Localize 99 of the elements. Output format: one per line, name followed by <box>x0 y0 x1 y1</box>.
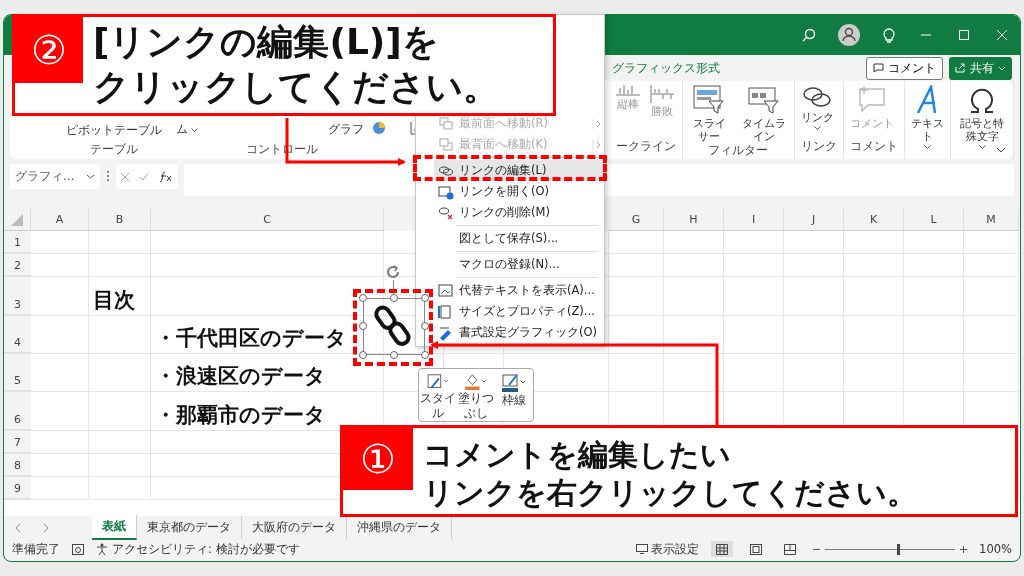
menu-item[interactable]: リンクの削除(M) <box>434 202 604 223</box>
paint-bucket-icon <box>463 373 489 391</box>
lightbulb-icon[interactable] <box>882 27 896 43</box>
row-header[interactable]: 7 <box>4 431 31 453</box>
pie-chart-icon[interactable] <box>372 121 386 135</box>
size-icon <box>438 303 454 320</box>
table-cell[interactable]: ・千代田区のデータ <box>151 316 384 353</box>
group-label: テーブル <box>90 142 138 157</box>
row-header[interactable]: 6 <box>4 392 31 430</box>
pen-icon <box>501 373 527 393</box>
comment-button[interactable]: コメント <box>866 56 943 80</box>
resize-handle[interactable] <box>390 351 398 359</box>
link-graphic[interactable] <box>359 294 429 359</box>
row-header[interactable]: 4 <box>4 316 31 353</box>
submenu-icon <box>592 118 602 129</box>
ribbon-button[interactable]: 記号と特殊文字 <box>957 85 1007 150</box>
resize-handle[interactable] <box>421 294 429 302</box>
check-icon[interactable] <box>139 171 149 182</box>
menu-item[interactable]: リンクを開く(O) <box>434 181 604 202</box>
menu-item[interactable]: サイズとプロパティ(Z)... <box>434 301 604 322</box>
menu-item[interactable]: マクロの登録(N)... <box>434 254 604 275</box>
group-label: リンク <box>800 139 837 154</box>
name-box[interactable]: グラフィ... <box>10 164 100 189</box>
ribbon-button[interactable]: テキスト <box>910 85 945 150</box>
view-button[interactable] <box>711 541 734 557</box>
group-label: フィルター <box>707 143 770 159</box>
close-icon[interactable] <box>994 29 1010 41</box>
accessibility-status[interactable]: アクセシビリティ: 検討が必要です <box>112 541 300 557</box>
resize-handle[interactable] <box>359 322 367 330</box>
ribbon-button[interactable]: タイムライン <box>739 85 788 144</box>
macro-record-icon[interactable] <box>72 543 84 555</box>
resize-handle[interactable] <box>421 351 429 359</box>
remove-link-icon <box>438 204 454 221</box>
submenu-icon <box>592 139 602 150</box>
caret-icon <box>924 145 932 150</box>
collapse-ribbon-icon[interactable] <box>996 147 1006 153</box>
ribbon-button[interactable]: グラフ <box>328 122 364 137</box>
step-number: ② <box>15 17 83 83</box>
ribbon-button[interactable]: ピボットテーブル <box>66 123 162 138</box>
row-header[interactable]: 9 <box>4 477 31 499</box>
caret-icon <box>978 145 986 150</box>
row-header[interactable]: 5 <box>4 354 31 391</box>
share-icon <box>955 63 966 73</box>
group-label: コメント <box>849 139 898 154</box>
resize-handle[interactable] <box>421 322 429 330</box>
alt-text-icon <box>438 282 454 299</box>
column-sparkline-icon <box>616 85 640 96</box>
caret-icon <box>998 65 1006 71</box>
instruction-text: [リンクの編集(L)]を クリックしてください。 <box>92 20 499 109</box>
table-cell[interactable]: ・浪速区のデータ <box>151 354 384 391</box>
ribbon-button[interactable]: リンク <box>800 85 834 131</box>
timeline-icon <box>747 85 780 115</box>
row-header[interactable]: 3 <box>4 277 31 315</box>
share-button[interactable]: 共有 <box>949 56 1012 80</box>
toolbar-button[interactable]: 枠線 <box>495 373 533 421</box>
display-settings-button[interactable]: 表示設定 <box>651 541 700 557</box>
ribbon-button[interactable]: ム <box>176 122 198 137</box>
comment-icon <box>873 63 884 73</box>
search-icon[interactable] <box>802 28 816 42</box>
ribbon-button[interactable]: スライサー <box>689 85 730 144</box>
group-label: ークライン <box>616 139 676 154</box>
menu-item[interactable]: 図として保存(S)... <box>434 228 604 249</box>
slider-thumb[interactable] <box>896 543 900 555</box>
row-header[interactable]: 2 <box>4 254 31 276</box>
brush-icon <box>425 373 451 391</box>
toolbar-button[interactable]: スタイル <box>419 373 457 421</box>
resize-handle[interactable] <box>359 351 367 359</box>
rotate-handle-icon[interactable] <box>385 264 401 280</box>
link-icon <box>373 305 413 347</box>
maximize-icon[interactable] <box>956 29 972 41</box>
open-link-icon <box>438 183 454 200</box>
link-icon <box>802 85 833 109</box>
resize-handle[interactable] <box>390 294 398 302</box>
win-loss-sparkline-icon <box>650 85 674 103</box>
toolbar-button[interactable]: 塗りつぶし <box>457 373 495 421</box>
sheet-tab[interactable]: 表紙 <box>92 515 137 540</box>
status-text: 準備完了 <box>12 541 60 557</box>
caret-icon <box>191 127 198 132</box>
display-settings-icon <box>636 544 649 554</box>
ribbon-tab[interactable]: グラフィックス形式 <box>612 59 720 77</box>
row-header[interactable]: 1 <box>4 231 31 253</box>
format-icon <box>438 324 454 341</box>
caret-icon <box>813 126 821 131</box>
zoom-level[interactable]: 100% <box>979 542 1012 556</box>
accessibility-icon[interactable] <box>96 543 108 555</box>
menu-item[interactable]: 書式設定グラフィック(O) <box>434 322 604 343</box>
step-number: ① <box>343 428 413 490</box>
avatar-icon[interactable] <box>838 24 860 46</box>
row-header[interactable]: 8 <box>4 454 31 476</box>
table-cell[interactable]: ・那覇市のデータ <box>151 392 384 430</box>
zoom-in-icon[interactable] <box>960 545 968 553</box>
resize-handle[interactable] <box>359 294 367 302</box>
instruction-text: コメントを編集したい リンクを右クリックしてください。 <box>422 436 917 512</box>
table-cell[interactable]: 目次 <box>89 277 151 315</box>
send-back-icon <box>438 136 454 153</box>
menu-item[interactable]: 代替テキストを表示(A)... <box>434 280 604 301</box>
sheet-tab[interactable]: 東京都のデータ <box>137 516 242 539</box>
slicer-icon <box>693 85 726 115</box>
function-icon[interactable] <box>157 170 174 183</box>
